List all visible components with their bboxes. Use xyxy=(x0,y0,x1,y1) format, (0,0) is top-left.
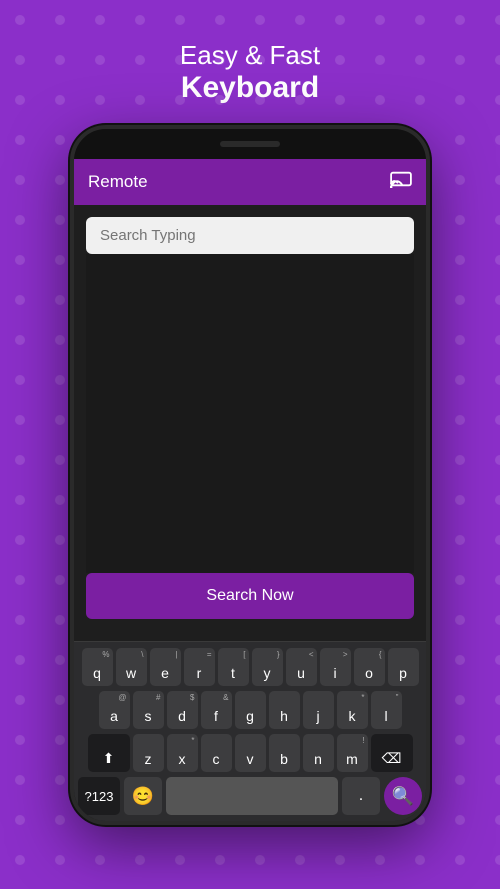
key-l[interactable]: "l xyxy=(371,691,402,729)
key-a[interactable]: @a xyxy=(99,691,130,729)
key-u[interactable]: <u xyxy=(286,648,317,686)
phone-top-bar xyxy=(74,129,426,159)
key-q[interactable]: %q xyxy=(82,648,113,686)
search-input[interactable] xyxy=(100,227,400,244)
key-y[interactable]: }y xyxy=(252,648,283,686)
key-m[interactable]: !m xyxy=(337,734,368,772)
key-i[interactable]: >i xyxy=(320,648,351,686)
key-search[interactable]: 🔍 xyxy=(384,777,422,815)
app-tagline: Easy & Fast Keyboard xyxy=(180,40,320,105)
key-space[interactable] xyxy=(166,777,338,815)
app-body: Search Now xyxy=(74,205,426,641)
app-header: Remote xyxy=(74,159,426,205)
key-v[interactable]: v xyxy=(235,734,266,772)
key-w[interactable]: \w xyxy=(116,648,147,686)
content-area xyxy=(86,254,414,573)
keyboard-row-2: @a #s $d &f g h j *k "l xyxy=(78,691,422,729)
key-num-switch[interactable]: ?123 xyxy=(78,777,120,815)
key-d[interactable]: $d xyxy=(167,691,198,729)
key-p[interactable]: p xyxy=(388,648,419,686)
app-title: Remote xyxy=(88,172,148,192)
key-k[interactable]: *k xyxy=(337,691,368,729)
key-o[interactable]: {o xyxy=(354,648,385,686)
key-n[interactable]: n xyxy=(303,734,334,772)
phone-speaker xyxy=(220,141,280,147)
search-input-wrapper[interactable] xyxy=(86,217,414,254)
key-backspace[interactable]: ⌫ xyxy=(371,734,413,772)
key-z[interactable]: z xyxy=(133,734,164,772)
keyboard: %q \w |e =r [t }y <u >i {o p @a #s $d &f… xyxy=(74,641,426,821)
key-g[interactable]: g xyxy=(235,691,266,729)
key-r[interactable]: =r xyxy=(184,648,215,686)
key-b[interactable]: b xyxy=(269,734,300,772)
key-t[interactable]: [t xyxy=(218,648,249,686)
key-emoji[interactable]: 😊 xyxy=(124,777,162,815)
tagline-line1: Easy & Fast xyxy=(180,40,320,71)
key-e[interactable]: |e xyxy=(150,648,181,686)
key-c[interactable]: c xyxy=(201,734,232,772)
key-f[interactable]: &f xyxy=(201,691,232,729)
key-s[interactable]: #s xyxy=(133,691,164,729)
key-x[interactable]: *x xyxy=(167,734,198,772)
search-now-button[interactable]: Search Now xyxy=(86,573,414,619)
keyboard-row-1: %q \w |e =r [t }y <u >i {o p xyxy=(78,648,422,686)
key-j[interactable]: j xyxy=(303,691,334,729)
keyboard-bottom-row: ?123 😊 . 🔍 xyxy=(78,777,422,815)
keyboard-row-3: ⬆ z *x c v b n !m ⌫ xyxy=(78,734,422,772)
key-h[interactable]: h xyxy=(269,691,300,729)
key-period[interactable]: . xyxy=(342,777,380,815)
tagline-line2: Keyboard xyxy=(180,71,320,105)
phone-frame: Remote Search Now %q xyxy=(70,125,430,825)
key-shift[interactable]: ⬆ xyxy=(88,734,130,772)
cast-icon[interactable] xyxy=(390,170,412,194)
